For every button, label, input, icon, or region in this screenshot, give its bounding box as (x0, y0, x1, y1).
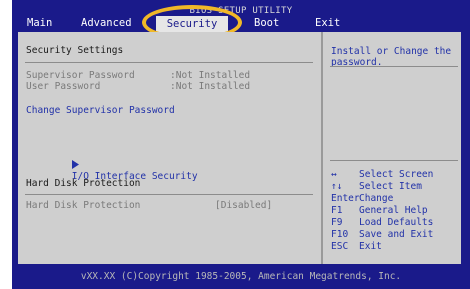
tab-boot[interactable]: Boot (254, 17, 279, 29)
submenu-arrow-icon (71, 160, 79, 169)
keys-divider (330, 160, 458, 161)
settings-pane: Security Settings Supervisor Password :N… (18, 32, 321, 264)
section-title-security: Security Settings (26, 45, 124, 56)
user-password-value: :Not Installed (170, 81, 251, 92)
key-select-screen: ↔ (331, 169, 337, 180)
tab-advanced[interactable]: Advanced (81, 17, 132, 29)
supervisor-password-label: Supervisor Password (26, 70, 135, 81)
bios-screen: BIOS SETUP UTILITY Main Advanced Securit… (12, 0, 470, 289)
hard-disk-protection-value[interactable]: [Disabled] (215, 200, 272, 211)
hard-disk-protection-label: Hard Disk Protection (26, 200, 141, 211)
top-menu-bar: BIOS SETUP UTILITY Main Advanced Securit… (12, 0, 470, 40)
key-enter-desc: Change (359, 193, 394, 204)
key-esc: ESC (331, 241, 349, 252)
key-f10: F10 (331, 229, 349, 240)
copyright-footer: vXX.XX (C)Copyright 1985-2005, American … (80, 271, 402, 282)
key-f1: F1 (331, 205, 343, 216)
section-divider (25, 194, 313, 195)
help-pane: Install or Change the password. ↔ Select… (323, 32, 461, 264)
key-enter: Enter (331, 193, 360, 204)
user-password-label: User Password (26, 81, 101, 92)
key-f10-desc: Save and Exit (359, 229, 434, 240)
key-select-screen-desc: Select Screen (359, 169, 434, 180)
tab-main[interactable]: Main (27, 17, 52, 29)
tab-security[interactable]: Security (156, 16, 228, 32)
key-f9-desc: Load Defaults (359, 217, 434, 228)
tab-exit[interactable]: Exit (315, 17, 340, 29)
supervisor-password-value: :Not Installed (170, 70, 251, 81)
key-esc-desc: Exit (359, 241, 382, 252)
key-select-item-desc: Select Item (359, 181, 422, 192)
section-title-hdd: Hard Disk Protection (26, 178, 141, 189)
section-divider (25, 62, 313, 63)
help-divider (330, 66, 458, 67)
key-f1-desc: General Help (359, 205, 428, 216)
key-f9: F9 (331, 217, 343, 228)
key-select-item: ↑↓ (331, 181, 343, 192)
bios-title: BIOS SETUP UTILITY (189, 6, 293, 16)
setup-panel: Security Settings Supervisor Password :N… (18, 32, 461, 264)
change-supervisor-password-item[interactable]: Change Supervisor Password (26, 105, 175, 116)
help-text: Install or Change the password. (331, 46, 452, 68)
